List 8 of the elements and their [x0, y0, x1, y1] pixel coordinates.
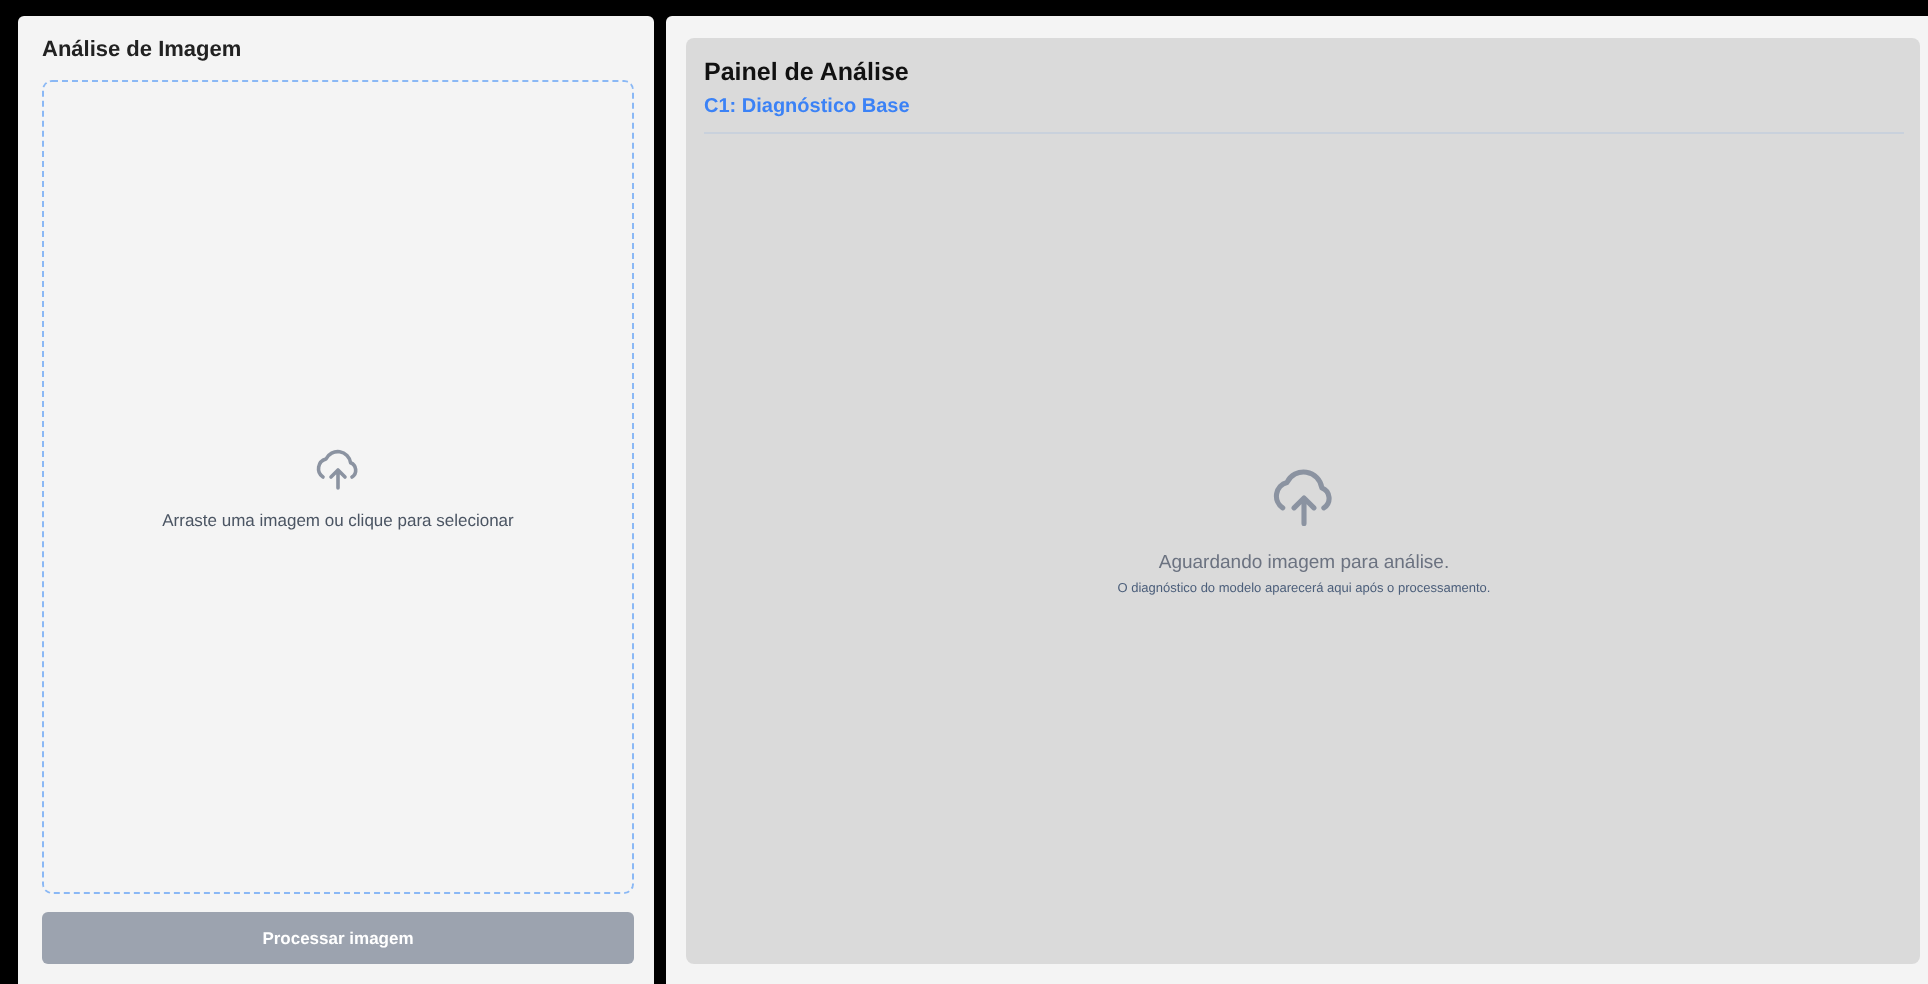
- empty-state-message: Aguardando imagem para análise.: [1158, 551, 1450, 573]
- panel-title: Análise de Imagem: [42, 38, 244, 62]
- panel-title: Painel de Análise: [704, 58, 911, 86]
- panel-subtitle: C1: Diagnóstico Base: [704, 96, 1904, 134]
- upload-icon: [1270, 463, 1338, 531]
- image-dropzone[interactable]: Arraste uma imagem ou clique para selecionar: [42, 80, 634, 894]
- upload-icon: [314, 445, 362, 493]
- dropzone-hint: Arraste uma imagem ou clique para selecionar: [162, 509, 514, 529]
